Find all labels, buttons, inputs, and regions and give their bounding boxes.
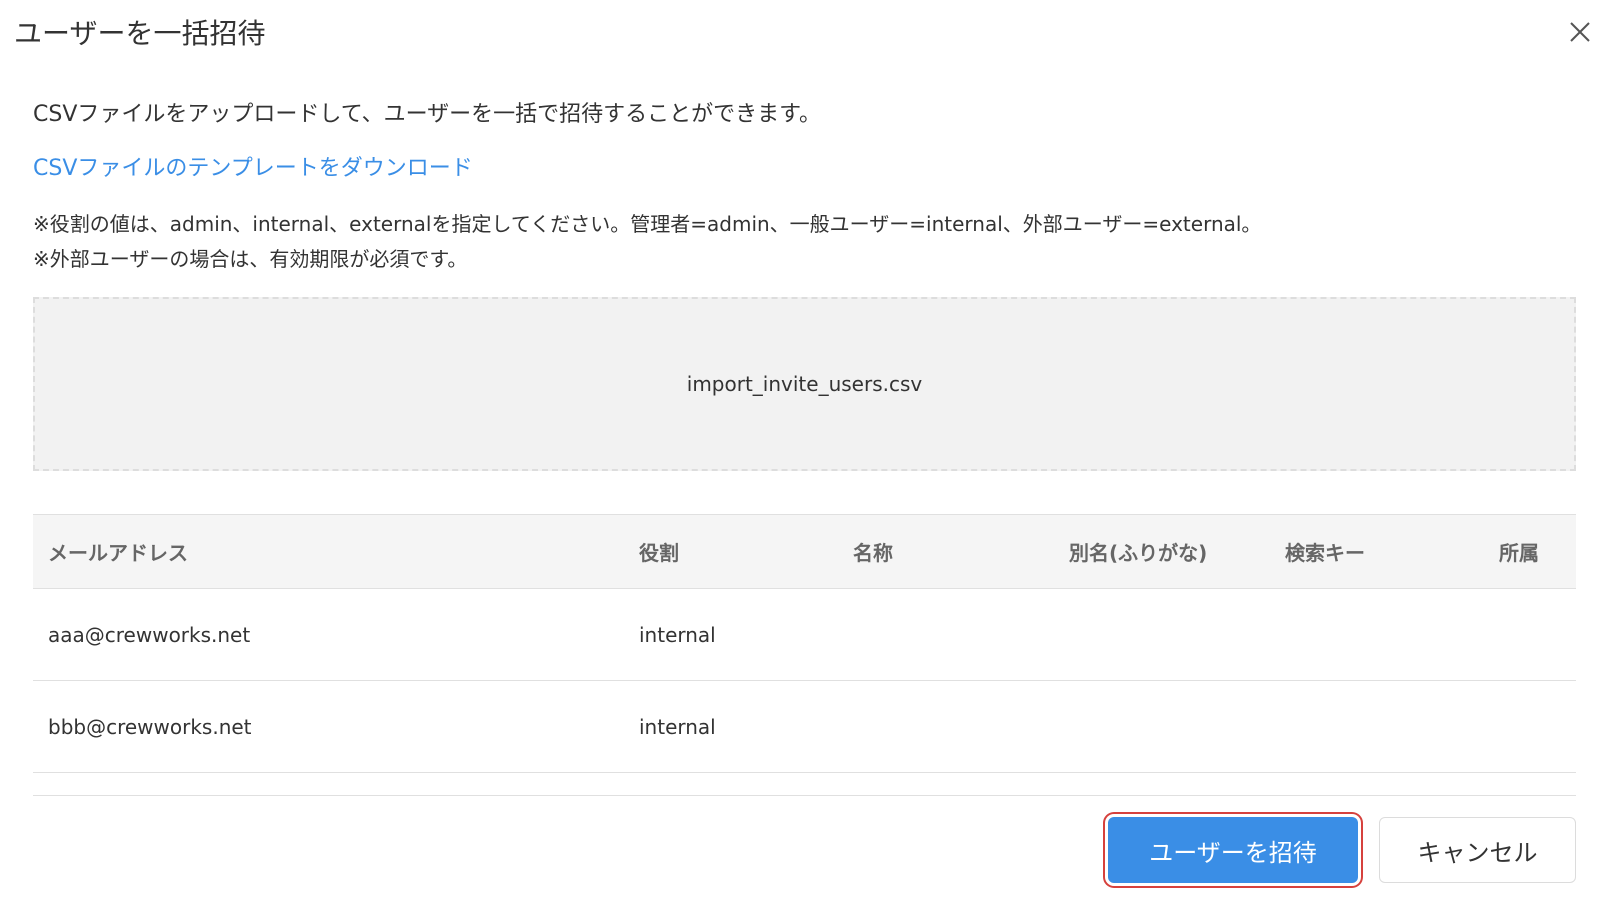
cell-email: aaa@crewworks.net (33, 588, 624, 681)
close-icon (1566, 18, 1594, 46)
cell-name (838, 588, 1054, 681)
column-header-search-key: 検索キー (1270, 514, 1484, 589)
cell-search-key (1270, 680, 1484, 773)
cell-name (838, 680, 1054, 773)
cell-department (1484, 680, 1576, 773)
cell-alias (1054, 680, 1270, 773)
preview-table: メールアドレス 役割 名称 別名(ふりがな) 検索キー 所属 aaa@creww… (33, 514, 1576, 773)
column-header-alias: 別名(ふりがな) (1054, 514, 1270, 589)
cell-search-key (1270, 588, 1484, 681)
cell-email: bbb@crewworks.net (33, 680, 624, 773)
cell-role: internal (624, 588, 838, 681)
dialog-title: ユーザーを一括招待 (14, 17, 266, 50)
csv-upload-dropzone[interactable]: import_invite_users.csv (33, 297, 1576, 471)
dialog-description: CSVファイルをアップロードして、ユーザーを一括で招待することができます。 (33, 102, 821, 127)
close-button[interactable] (1566, 18, 1594, 46)
role-note: ※役割の値は、admin、internal、externalを指定してください。… (33, 212, 1262, 236)
cell-role: internal (624, 680, 838, 773)
cancel-button[interactable]: キャンセル (1379, 817, 1576, 883)
table-row: bbb@crewworks.net internal (33, 680, 1576, 773)
cell-department (1484, 588, 1576, 681)
table-row: aaa@crewworks.net internal (33, 588, 1576, 681)
table-header-row: メールアドレス 役割 名称 別名(ふりがな) 検索キー 所属 (33, 514, 1576, 589)
cell-alias (1054, 588, 1270, 681)
column-header-email: メールアドレス (33, 514, 624, 589)
footer-divider (33, 795, 1576, 796)
column-header-department: 所属 (1484, 514, 1576, 589)
invite-users-button[interactable]: ユーザーを招待 (1108, 817, 1358, 883)
download-template-link[interactable]: CSVファイルのテンプレートをダウンロード (33, 150, 473, 182)
column-header-role: 役割 (624, 514, 838, 589)
expiry-note: ※外部ユーザーの場合は、有効期限が必須です。 (33, 247, 468, 271)
uploaded-filename: import_invite_users.csv (686, 372, 923, 396)
preview-table-container[interactable]: メールアドレス 役割 名称 別名(ふりがな) 検索キー 所属 aaa@creww… (33, 514, 1576, 784)
column-header-name: 名称 (838, 514, 1054, 589)
